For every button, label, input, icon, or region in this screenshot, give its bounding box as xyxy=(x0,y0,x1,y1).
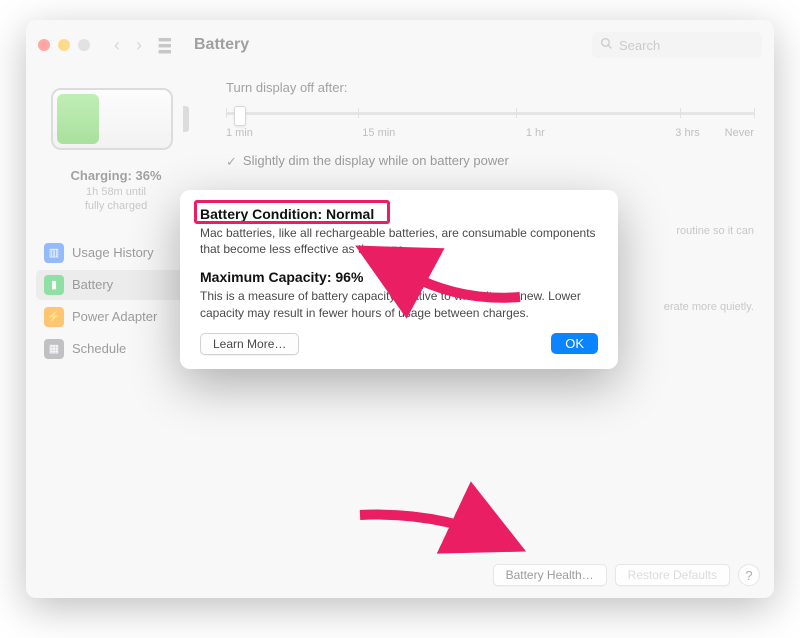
minimize-window-icon[interactable] xyxy=(58,39,70,51)
maximum-capacity-body: This is a measure of battery capacity re… xyxy=(200,288,598,320)
charge-status: Charging: 36% xyxy=(36,168,196,183)
usage-history-icon: ▥ xyxy=(44,243,64,263)
slider-tick-labels: 1 min 15 min 1 hr 3 hrs Never xyxy=(226,127,754,139)
sidebar-item-usage-history[interactable]: ▥ Usage History xyxy=(36,238,196,268)
power-adapter-icon: ⚡ xyxy=(44,307,64,327)
checkbox-checked-icon: ✓ xyxy=(226,154,237,170)
schedule-icon: ▦ xyxy=(44,339,64,359)
maximum-capacity-heading: Maximum Capacity: 96% xyxy=(200,269,598,285)
battery-condition-heading: Battery Condition: Normal xyxy=(200,206,598,222)
slider-thumb[interactable] xyxy=(234,106,246,126)
battery-health-dialog: Battery Condition: Normal Mac batteries,… xyxy=(180,190,618,369)
battery-health-button[interactable]: Battery Health… xyxy=(493,564,607,586)
sidebar-item-label: Battery xyxy=(72,277,113,292)
battery-illustration xyxy=(51,88,181,158)
learn-more-button[interactable]: Learn More… xyxy=(200,333,299,355)
sidebar-item-label: Power Adapter xyxy=(72,309,157,324)
battery-icon: ▮ xyxy=(44,275,64,295)
sidebar-item-battery[interactable]: ▮ Battery xyxy=(36,270,196,300)
sidebar-item-label: Schedule xyxy=(72,341,126,356)
sidebar: Charging: 36% 1h 58m untilfully charged … xyxy=(26,70,206,598)
battery-condition-body: Mac batteries, like all rechargeable bat… xyxy=(200,225,598,257)
charge-time-remaining: 1h 58m untilfully charged xyxy=(36,185,196,214)
show-all-icon[interactable]: ▪▪▪▪▪▪▪▪▪▪▪▪ xyxy=(158,36,176,54)
bottom-button-row: Battery Health… Restore Defaults ? xyxy=(493,564,760,586)
sidebar-item-label: Usage History xyxy=(72,245,154,260)
display-off-slider[interactable] xyxy=(226,103,754,123)
search-placeholder: Search xyxy=(619,38,660,53)
window-toolbar: ‹ › ▪▪▪▪▪▪▪▪▪▪▪▪ Battery Search xyxy=(26,20,774,70)
nav-arrows: ‹ › xyxy=(114,35,142,56)
restore-defaults-button[interactable]: Restore Defaults xyxy=(615,564,730,586)
zoom-window-icon[interactable] xyxy=(78,39,90,51)
back-icon[interactable]: ‹ xyxy=(114,35,120,56)
window-title: Battery xyxy=(194,36,249,54)
sidebar-menu: ▥ Usage History ▮ Battery ⚡ Power Adapte… xyxy=(36,238,196,364)
sidebar-item-schedule[interactable]: ▦ Schedule xyxy=(36,334,196,364)
search-icon xyxy=(600,37,613,53)
forward-icon[interactable]: › xyxy=(136,35,142,56)
sidebar-item-power-adapter[interactable]: ⚡ Power Adapter xyxy=(36,302,196,332)
close-window-icon[interactable] xyxy=(38,39,50,51)
dim-display-checkbox[interactable]: ✓ Slightly dim the display while on batt… xyxy=(226,153,754,170)
ok-button[interactable]: OK xyxy=(551,333,598,354)
checkbox-label: Slightly dim the display while on batter… xyxy=(243,153,509,168)
help-button[interactable]: ? xyxy=(738,564,760,586)
display-off-label: Turn display off after: xyxy=(226,80,754,95)
traffic-lights xyxy=(38,39,90,51)
search-input[interactable]: Search xyxy=(592,32,762,58)
